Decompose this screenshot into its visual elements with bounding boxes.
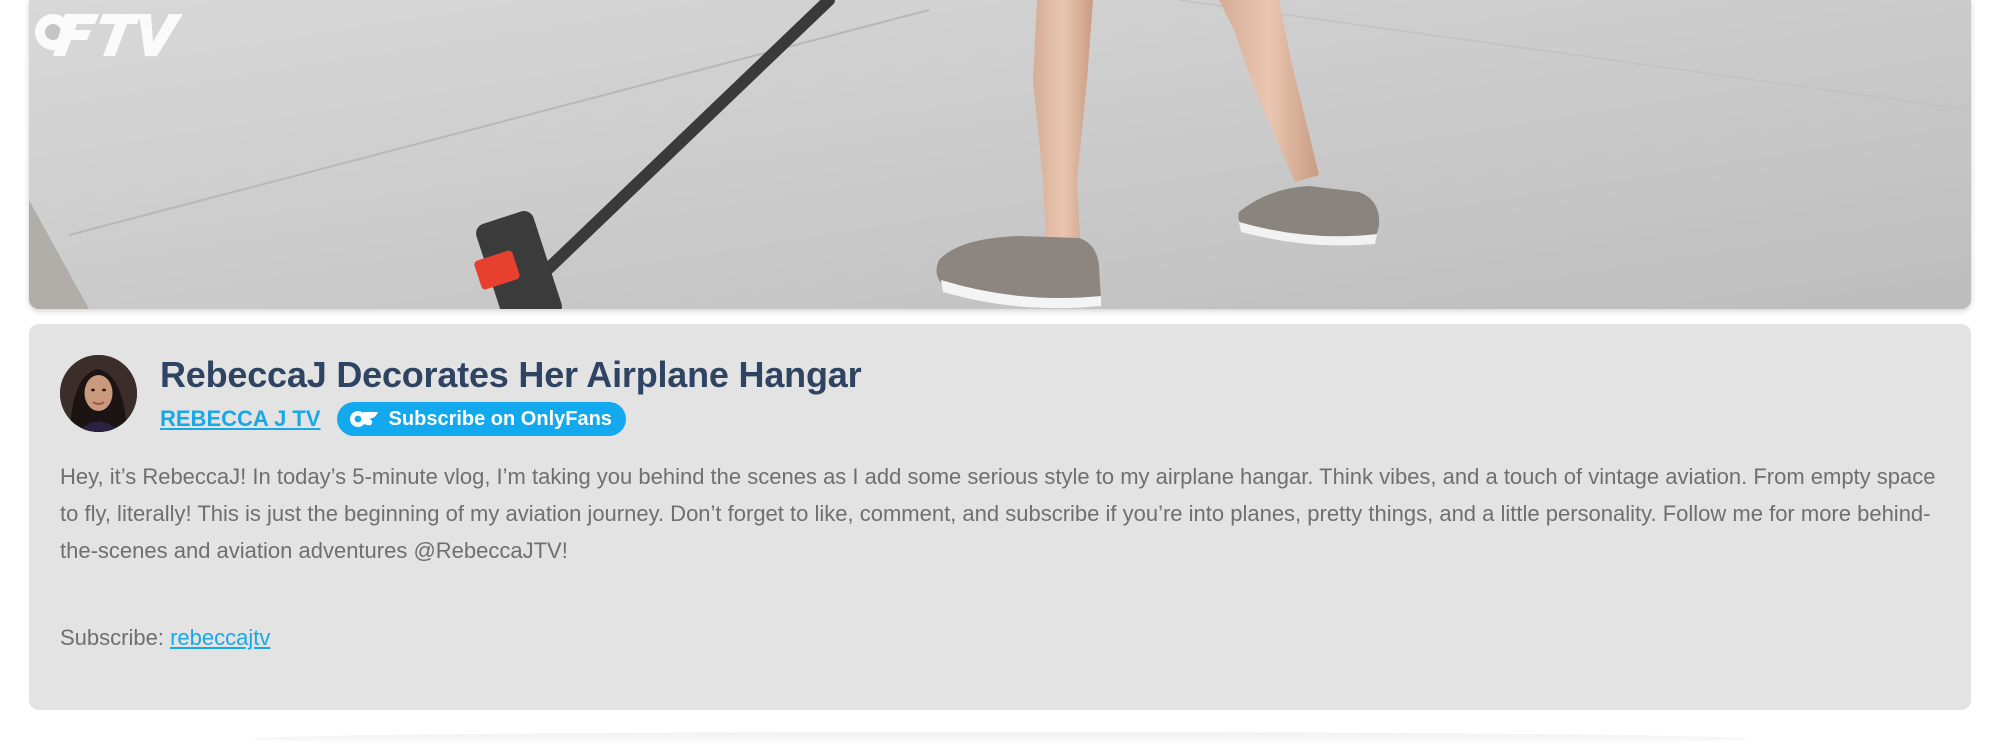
subscribe-line: Subscribe: rebeccajtv	[60, 619, 270, 656]
video-still	[29, 0, 1971, 309]
onlyfans-icon	[349, 411, 378, 427]
subscribe-button-label: Subscribe on OnlyFans	[388, 407, 612, 430]
avatar-image	[60, 355, 137, 432]
next-card-shadow	[250, 732, 1750, 746]
video-info-card: RebeccaJ Decorates Her Airplane Hangar R…	[29, 324, 1971, 710]
channel-link[interactable]: REBECCA J TV	[160, 406, 321, 432]
subscribe-link[interactable]: rebeccajtv	[170, 625, 270, 650]
video-title: RebeccaJ Decorates Her Airplane Hangar	[160, 354, 862, 395]
channel-row: REBECCA J TV Subscribe on OnlyFans	[160, 402, 626, 436]
avatar[interactable]	[60, 355, 137, 432]
video-description: Hey, it’s RebeccaJ! In today’s 5-minute …	[60, 464, 1936, 563]
subscribe-onlyfans-button[interactable]: Subscribe on OnlyFans	[336, 402, 626, 436]
video-player[interactable]	[29, 0, 1971, 309]
subscribe-prefix: Subscribe:	[60, 625, 164, 650]
oftv-logo	[35, 14, 183, 56]
page: RebeccaJ Decorates Her Airplane Hangar R…	[0, 0, 1999, 746]
